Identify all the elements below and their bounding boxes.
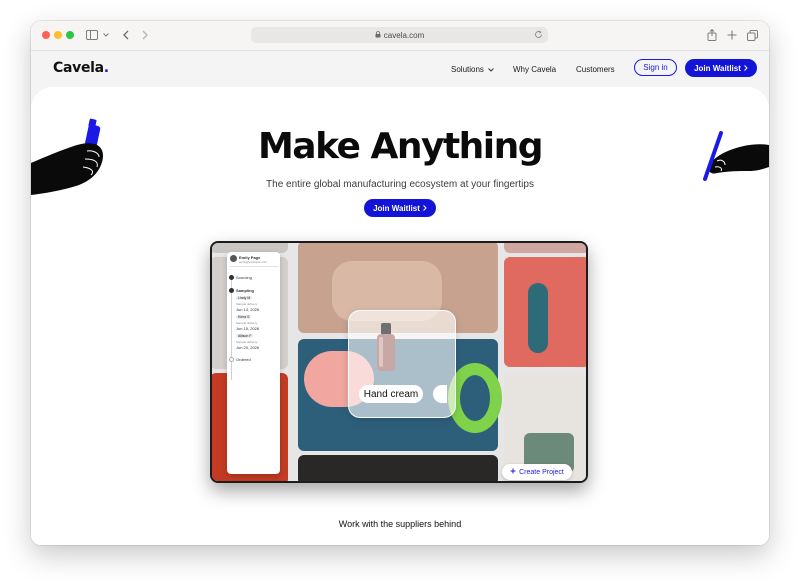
green-float: [448, 363, 502, 433]
logo[interactable]: Cavela.: [53, 60, 109, 76]
sample-date: Jun 20, 2026: [236, 345, 260, 350]
nav-why-cavela[interactable]: Why Cavela: [513, 65, 556, 74]
next-label-chip: [433, 385, 447, 403]
close-window-button[interactable]: [42, 31, 50, 39]
sample-date: Jun 15, 2026: [236, 326, 260, 331]
sample-label: Sample delivery: [236, 321, 258, 325]
timeline-dot: [229, 288, 234, 293]
chevron-down-icon: [488, 65, 495, 74]
user-email: emily@example.com: [239, 260, 267, 264]
sample-tag: Lindy M: [236, 296, 253, 300]
nav-join-waitlist-button[interactable]: Join Waitlist: [685, 59, 757, 77]
forward-icon[interactable]: [140, 27, 150, 43]
nav-solutions[interactable]: Solutions: [451, 65, 495, 74]
step-sourcing[interactable]: Sourcing: [236, 275, 252, 280]
lock-icon: [375, 30, 381, 40]
sample-tag: Kiera S: [236, 315, 252, 319]
web-page: Cavela. Solutions Why Cavela Customers S…: [31, 51, 769, 545]
project-timeline-panel: Emily Page emily@example.com Sourcing Sa…: [227, 252, 280, 474]
nav-customers[interactable]: Customers: [576, 65, 615, 74]
sample-tag: Allison F: [236, 334, 254, 338]
hero-subtitle: The entire global manufacturing ecosyste…: [266, 179, 534, 190]
share-icon[interactable]: [706, 27, 718, 43]
chevron-down-icon[interactable]: [102, 27, 110, 43]
chevron-right-icon: [423, 204, 427, 213]
sample-date: Jun 14, 2026: [236, 307, 260, 312]
url-text: cavela.com: [383, 30, 425, 40]
step-ordered[interactable]: Ordered: [236, 357, 251, 362]
browser-window: cavela.com Cavela. Solutions Why Cavela: [31, 21, 769, 545]
hero-title: Make Anything: [257, 126, 544, 167]
teal-object: [528, 283, 548, 353]
timeline-dot: [229, 275, 234, 280]
plus-icon: [510, 468, 516, 476]
bottle-image: [377, 323, 395, 371]
sample-label: Sample delivery: [236, 302, 258, 306]
site-nav: Cavela. Solutions Why Cavela Customers S…: [31, 51, 769, 89]
hero-section: Make Anything The entire global manufact…: [31, 87, 769, 545]
portrait-image-tile: [298, 455, 498, 481]
browser-toolbar: cavela.com: [31, 21, 769, 51]
create-project-button[interactable]: Create Project: [502, 464, 572, 480]
back-icon[interactable]: [121, 27, 131, 43]
image-tile: [504, 243, 586, 253]
tabs-icon[interactable]: [746, 27, 758, 43]
suppliers-section-text: Work with the suppliers behind: [338, 519, 462, 529]
sign-in-button[interactable]: Sign in: [634, 59, 677, 76]
avatar: [230, 255, 237, 262]
sidebar-icon[interactable]: [85, 27, 99, 43]
zoom-window-button[interactable]: [66, 31, 74, 39]
address-bar[interactable]: cavela.com: [251, 27, 548, 43]
product-card[interactable]: Hand cream: [348, 310, 456, 418]
divider: [229, 266, 278, 267]
minimize-window-button[interactable]: [54, 31, 62, 39]
sample-label: Sample delivery: [236, 340, 258, 344]
product-label: Hand cream: [359, 385, 423, 403]
step-sampling[interactable]: Sampling: [236, 288, 254, 293]
hero-join-waitlist-button[interactable]: Join Waitlist: [364, 199, 436, 217]
new-tab-icon[interactable]: [726, 27, 738, 43]
reload-icon[interactable]: [534, 30, 543, 41]
app-preview: Emily Page emily@example.com Sourcing Sa…: [210, 241, 588, 483]
timeline-dot: [229, 357, 234, 362]
chevron-right-icon: [744, 64, 748, 73]
